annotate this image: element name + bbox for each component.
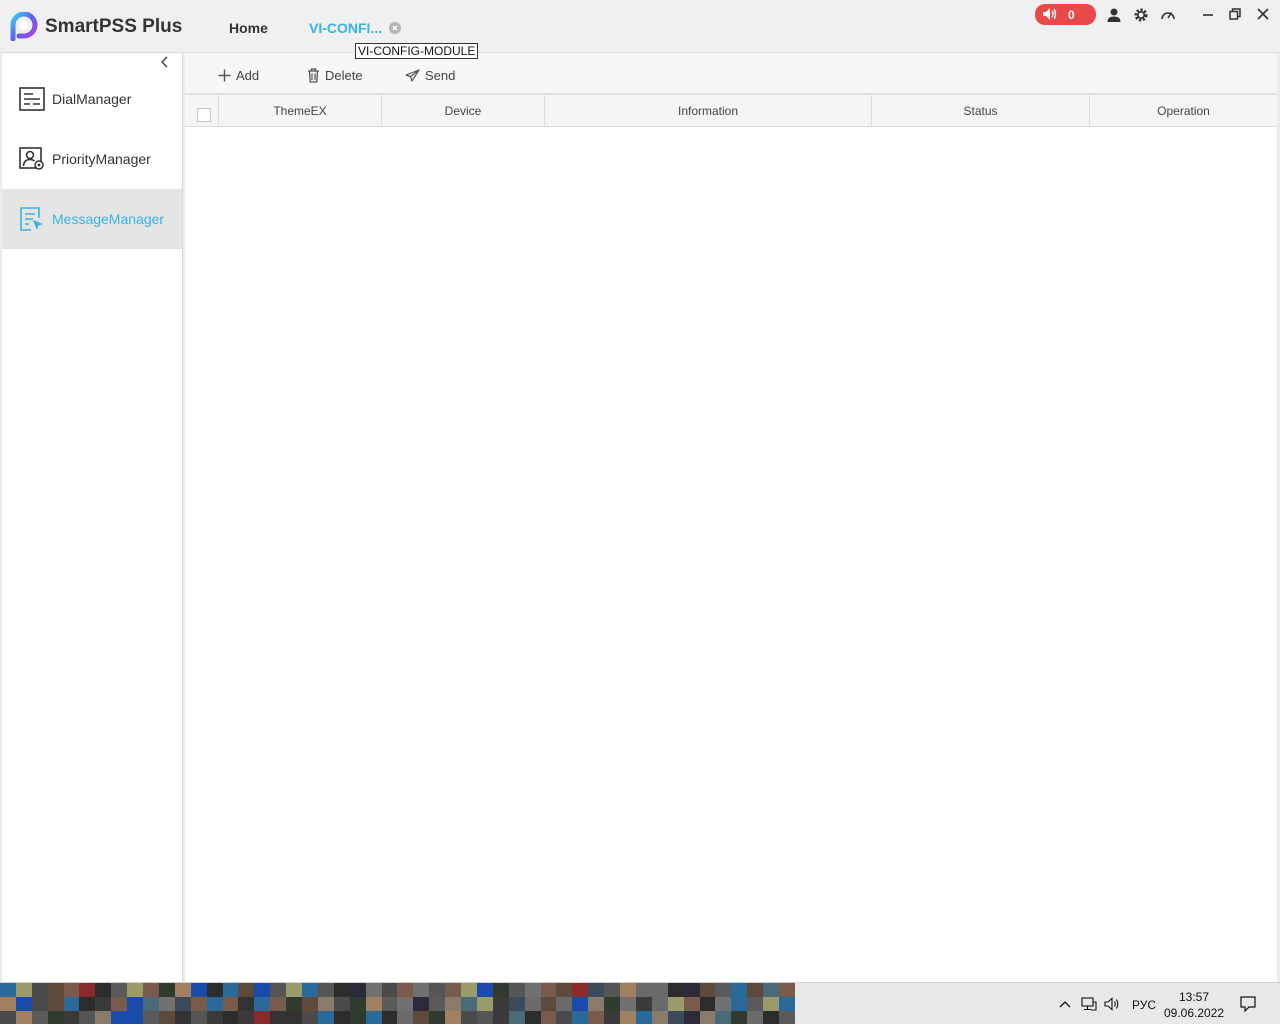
tab-tooltip: VI-CONFIG-MODULE [355, 43, 479, 59]
sidebar-item-label: PriorityManager [52, 151, 151, 167]
send-button[interactable]: Send [405, 66, 455, 84]
gear-icon[interactable] [1133, 7, 1149, 23]
close-icon[interactable] [1255, 6, 1271, 22]
performance-gauge-icon[interactable] [1160, 7, 1176, 23]
minimize-icon[interactable] [1200, 6, 1216, 22]
select-all-checkbox[interactable] [197, 108, 211, 122]
taskbar: РУС 13:57 09.06.2022 [0, 982, 1280, 1024]
column-header-operation[interactable]: Operation [1090, 95, 1277, 127]
restore-icon[interactable] [1227, 6, 1243, 22]
send-label: Send [425, 67, 456, 83]
toolbar: Add Delete Send [185, 53, 1277, 95]
notifications-icon[interactable] [1239, 995, 1257, 1013]
add-button[interactable]: Add [218, 66, 259, 84]
user-icon[interactable] [1106, 7, 1122, 23]
trash-icon [308, 67, 319, 83]
sidebar-item-label: DialManager [52, 91, 132, 107]
sidebar-item-dial-manager[interactable]: DialManager [2, 69, 182, 129]
volume-icon[interactable] [1104, 996, 1120, 1012]
select-all-cell [185, 95, 219, 127]
delete-button[interactable]: Delete [307, 66, 363, 84]
speaker-alarm-icon [1043, 8, 1057, 20]
clock-time: 13:57 [1178, 990, 1210, 1004]
main-panel: Add Delete Send ThemeEX Device Informati… [185, 53, 1277, 982]
tab-vi-config[interactable]: VI-CONFI... [309, 20, 382, 36]
delete-label: Delete [325, 67, 363, 83]
title-bar: SmartPSS Plus Home VI-CONFI... VI-CONFIG… [0, 0, 1280, 59]
tab-home[interactable]: Home [229, 20, 268, 36]
dial-panel-icon [19, 87, 45, 111]
sidebar: DialManager PriorityManager MessageManag… [2, 53, 183, 982]
plus-icon [218, 69, 231, 81]
system-clock[interactable]: 13:57 09.06.2022 [1160, 989, 1228, 1021]
user-priority-icon [19, 147, 44, 170]
column-header-status[interactable]: Status [872, 95, 1090, 127]
network-icon[interactable] [1081, 996, 1097, 1012]
chevron-up-icon[interactable] [1057, 996, 1073, 1012]
clock-date: 09.06.2022 [1163, 1006, 1225, 1020]
column-header-device[interactable]: Device [382, 95, 545, 127]
alarm-count: 0 [1068, 8, 1075, 22]
sidebar-item-message-manager[interactable]: MessageManager [2, 189, 182, 249]
sidebar-item-label: MessageManager [52, 211, 165, 227]
alarm-button[interactable]: 0 [1035, 4, 1096, 25]
table-header: ThemeEX Device Information Status Operat… [185, 95, 1277, 127]
column-header-information[interactable]: Information [545, 95, 872, 127]
sidebar-item-priority-manager[interactable]: PriorityManager [2, 129, 182, 189]
chevron-left-icon[interactable] [158, 55, 172, 69]
column-header-theme[interactable]: ThemeEX [219, 95, 382, 127]
taskbar-pinned-apps-blurred [0, 983, 795, 1024]
app-title: SmartPSS Plus [45, 16, 183, 37]
language-indicator[interactable]: РУС [1132, 998, 1156, 1012]
add-label: Add [236, 67, 260, 83]
tab-close-icon[interactable] [389, 22, 401, 34]
send-icon [405, 68, 420, 82]
app-logo-icon [10, 12, 38, 41]
message-edit-icon [20, 207, 43, 231]
